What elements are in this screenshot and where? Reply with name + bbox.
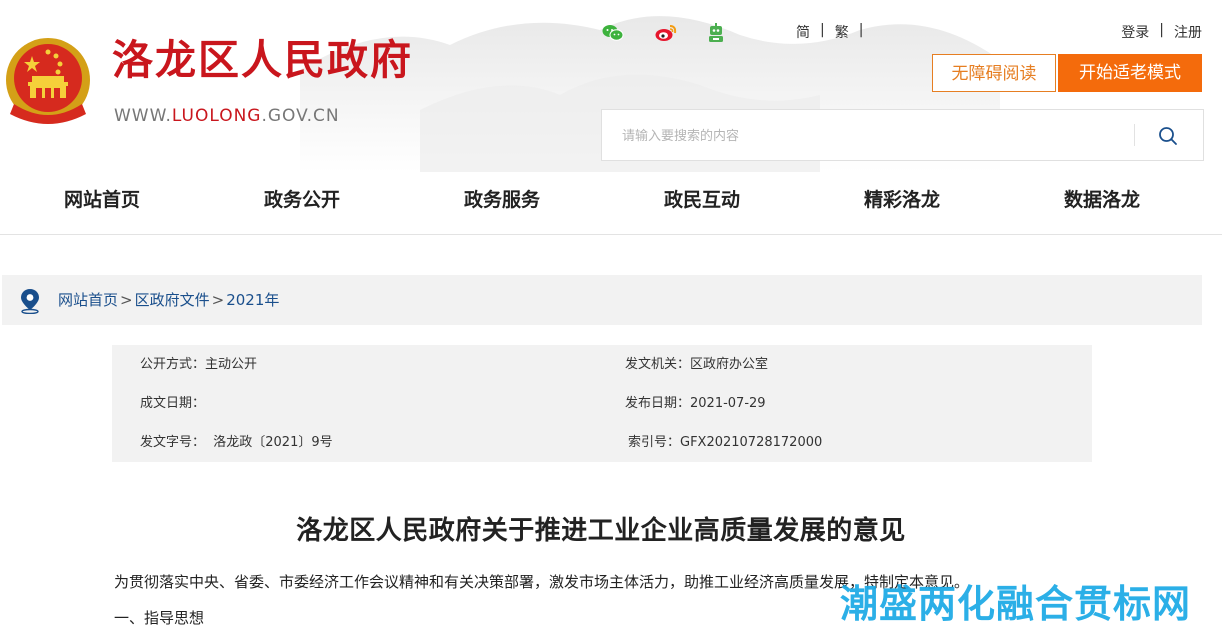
robot-icon[interactable] <box>705 22 727 44</box>
breadcrumb-link-district-docs[interactable]: 区政府文件 <box>135 291 210 309</box>
site-url-highlight: LUOLONG <box>171 106 262 126</box>
site-header: 洛龙区人民政府 WWW.LUOLONG.GOV.CN 简 | 繁 | 登录 | … <box>0 0 1222 172</box>
accessible-reading-button[interactable]: 无障碍阅读 <box>932 54 1056 92</box>
elder-mode-button[interactable]: 开始适老模式 <box>1058 54 1202 92</box>
breadcrumb-separator: > <box>211 291 225 309</box>
search-button[interactable] <box>1154 122 1182 150</box>
divider: | <box>1159 22 1164 38</box>
nav-item-data[interactable]: 数据洛龙 <box>1002 172 1202 234</box>
national-emblem-icon <box>6 38 90 124</box>
nav-item-gov-services[interactable]: 政务服务 <box>402 172 602 234</box>
breadcrumb-link-2021[interactable]: 2021年 <box>226 291 279 309</box>
nav-item-home[interactable]: 网站首页 <box>2 172 202 234</box>
divider: | <box>858 22 864 38</box>
meta-index-number: 索引号：GFX20210728172000 <box>628 435 823 450</box>
breadcrumb-separator: > <box>120 291 133 309</box>
breadcrumb-trail: 网站首页 > 区政府文件 >2021年 <box>58 275 279 325</box>
login-link[interactable]: 登录 <box>1121 22 1149 42</box>
language-switcher: 简 | 繁 | <box>796 22 863 42</box>
divider: | <box>820 22 825 38</box>
divider <box>1134 124 1135 146</box>
article-section-heading: 一、指导思想 <box>114 609 205 627</box>
document-meta-table: 公开方式：主动公开 发文机关：区政府办公室 成文日期： 发布日期：2021-07… <box>112 345 1092 462</box>
register-link[interactable]: 注册 <box>1174 22 1202 42</box>
site-url-prefix: WWW. <box>114 106 172 126</box>
main-nav: 网站首页 政务公开 政务服务 政民互动 精彩洛龙 数据洛龙 <box>0 172 1222 235</box>
location-pin-icon <box>21 289 39 314</box>
breadcrumb: 网站首页 > 区政府文件 >2021年 <box>2 275 1202 325</box>
site-url-suffix: .GOV.CN <box>261 106 340 126</box>
lang-simplified-link[interactable]: 简 <box>796 22 810 42</box>
search-icon <box>1159 127 1177 145</box>
search-input[interactable] <box>620 122 1104 150</box>
search-box <box>601 109 1204 161</box>
nav-item-interaction[interactable]: 政民互动 <box>602 172 802 234</box>
wechat-icon[interactable] <box>602 22 624 44</box>
site-url: WWW.LUOLONG.GOV.CN <box>114 106 340 126</box>
meta-issuing-authority: 发文机关：区政府办公室 <box>625 357 769 372</box>
meta-publish-date: 发布日期：2021-07-29 <box>625 396 766 411</box>
watermark-text: 潮盛两化融合贯标网 <box>840 582 1192 626</box>
article-title: 洛龙区人民政府关于推进工业企业高质量发展的意见 <box>296 516 906 546</box>
weibo-icon[interactable] <box>655 22 677 44</box>
meta-document-number: 发文字号： 洛龙政〔2021〕9号 <box>140 435 333 450</box>
nav-item-gov-affairs-open[interactable]: 政务公开 <box>202 172 402 234</box>
nav-item-luolong[interactable]: 精彩洛龙 <box>802 172 1002 234</box>
site-title: 洛龙区人民政府 <box>112 36 413 84</box>
breadcrumb-link-home[interactable]: 网站首页 <box>58 291 118 309</box>
meta-creation-date: 成文日期： <box>140 396 206 411</box>
meta-disclosure-method: 公开方式：主动公开 <box>140 357 258 372</box>
lang-traditional-link[interactable]: 繁 <box>835 22 849 42</box>
auth-links: 登录 | 注册 <box>1121 22 1202 42</box>
